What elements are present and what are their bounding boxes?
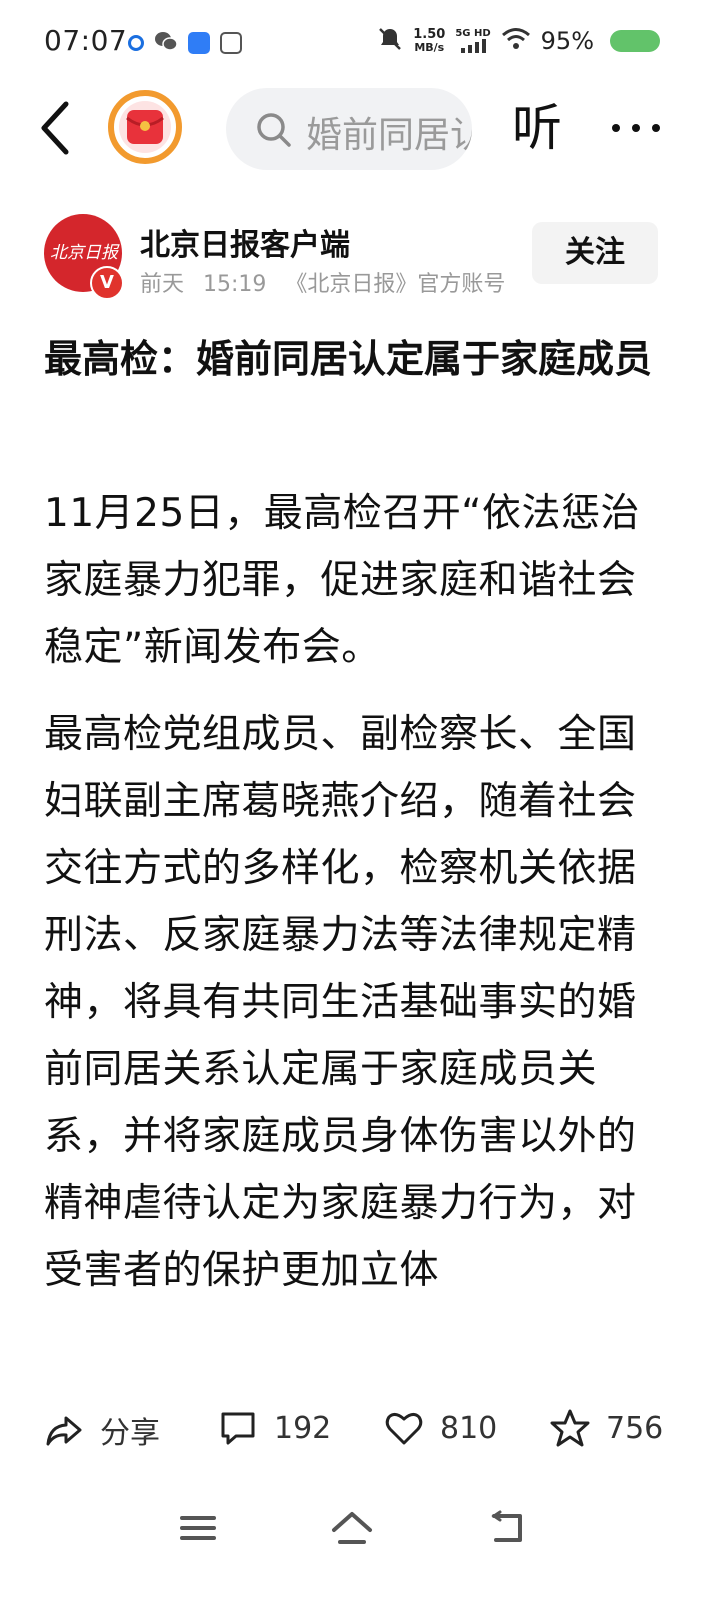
wifi-icon [501,27,531,55]
network-gen: 5G HD [455,28,491,39]
more-options-button[interactable] [608,108,664,148]
status-right: 1.50 MB/s 5G HD 95% [377,26,660,56]
notification-icons [128,30,242,56]
publish-date: 前天 [140,272,185,297]
account-description: 《北京日报》官方账号 [285,272,506,297]
star-icon [550,1409,590,1447]
article-paragraph: 11月25日，最高检召开“依法惩治家庭暴力犯罪，促进家庭和谐社会稳定”新闻发布会… [44,491,640,670]
share-button[interactable]: 分享 [44,1408,160,1452]
home-button[interactable] [330,1508,374,1548]
chevron-left-icon [41,101,69,155]
network-speed: 1.50 MB/s [413,28,445,54]
publish-time: 15:19 [203,272,267,297]
search-icon [257,113,291,147]
listen-button[interactable]: 听 [512,98,562,158]
return-icon [491,1510,522,1542]
more-dots-icon [612,124,660,132]
search-box[interactable]: 婚前同居认定属于家庭成员 [226,88,472,170]
search-query-text: 婚前同居认定属于家庭成员 [306,115,472,156]
wechat-icon [154,30,178,56]
battery-percent: 95% [540,27,594,55]
avatar-logo-text: 北京日报 [50,243,118,263]
status-bar: 07:07 1.50 MB/s 5G HD 95% [0,0,720,80]
verified-badge: V [90,266,124,300]
action-bar: 分享 192 810 756 [0,1398,720,1468]
back-nav-button[interactable] [486,1508,530,1548]
cell-signal: 5G HD [455,28,491,53]
mute-icon [377,26,403,56]
follow-button[interactable]: 关注 [532,222,658,284]
article-body: 11月25日，最高检召开“依法惩治家庭暴力犯罪，促进家庭和谐社会稳定”新闻发布会… [44,480,674,1376]
net-speed-unit: MB/s [414,41,445,54]
app-notification-icon [188,32,210,54]
comment-button[interactable]: 192 [218,1408,331,1448]
author-meta: 前天 15:19 《北京日报》官方账号 [140,266,517,298]
net-speed-value: 1.50 [413,27,446,42]
red-packet-button[interactable] [106,88,184,166]
share-icon [46,1416,82,1446]
app-notification-icon [128,35,144,51]
like-button[interactable]: 810 [384,1408,497,1448]
article-paragraph: 最高检党组成员、副检察长、全国妇联副主席葛晓燕介绍，随着社会交往方式的多样化，检… [44,712,637,1293]
signal-icon [460,39,486,53]
battery-icon [610,30,660,52]
top-nav: 婚前同居认定属于家庭成员 听 [0,84,720,174]
like-count: 810 [440,1410,498,1446]
toutiao-icon [220,32,242,54]
article-title: 最高检：婚前同居认定属于家庭成员 [44,337,653,381]
system-nav-bar [0,1500,720,1560]
author-row: 北京日报 V 北京日报客户端 前天 15:19 《北京日报》官方账号 关注 [0,212,720,302]
comment-icon [221,1412,255,1445]
favorite-button[interactable]: 756 [550,1408,663,1448]
red-packet-icon [108,90,182,164]
author-name[interactable]: 北京日报客户端 [140,220,350,264]
comment-count: 192 [274,1410,332,1446]
back-button[interactable] [36,98,76,158]
recent-apps-button[interactable] [176,1508,220,1548]
favorite-count: 756 [606,1410,664,1446]
status-time: 07:07 [44,24,128,57]
heart-icon [385,1412,423,1445]
share-label: 分享 [100,1416,160,1451]
menu-icon [180,1516,216,1540]
home-icon [332,1512,372,1544]
